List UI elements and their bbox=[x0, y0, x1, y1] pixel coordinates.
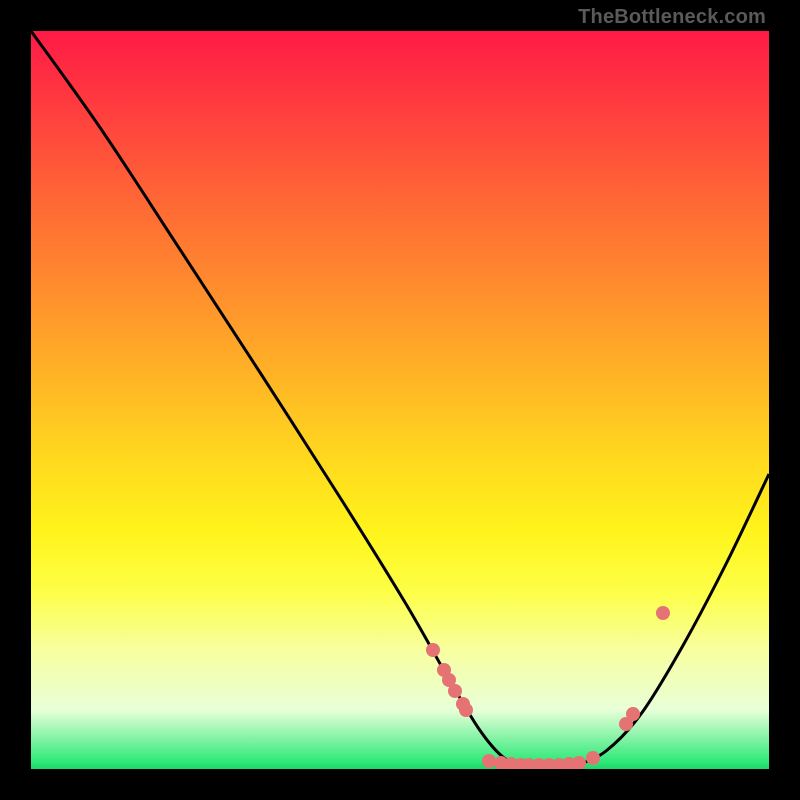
watermark-text: TheBottleneck.com bbox=[578, 6, 766, 29]
chart-frame: TheBottleneck.com bbox=[0, 0, 800, 800]
heat-gradient-background bbox=[31, 31, 769, 769]
plot-area bbox=[31, 31, 769, 769]
